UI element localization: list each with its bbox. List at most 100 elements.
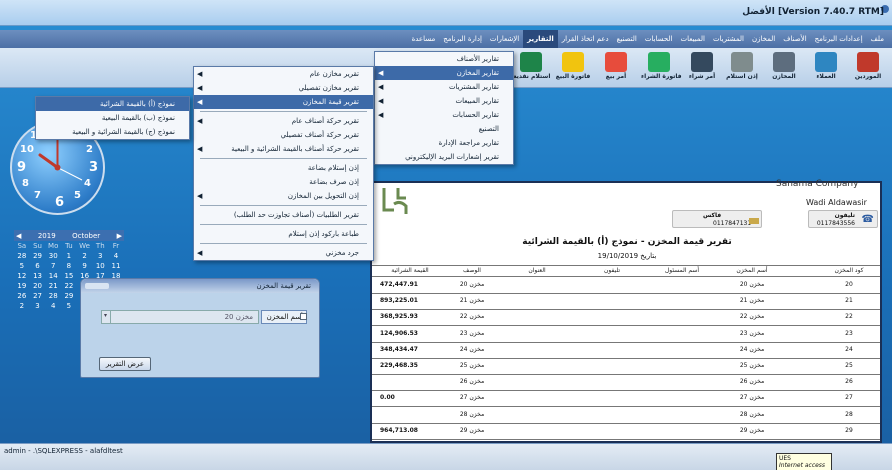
- table-row: 26 مخزن 26 مخزن 26: [372, 375, 880, 392]
- show-report-button[interactable]: عرض التقرير: [99, 357, 151, 371]
- toolbar-button[interactable]: أمر شراء: [684, 52, 720, 86]
- menu-item[interactable]: إدارة البرنامج: [439, 30, 486, 48]
- store-select[interactable]: مخزن 20: [101, 310, 259, 324]
- toolbar-button[interactable]: استلام نقدية: [513, 52, 550, 86]
- calendar-day[interactable]: 28: [14, 251, 30, 261]
- calendar-day[interactable]: 8: [61, 261, 77, 271]
- menu-item[interactable]: دعم اتخاذ القرار: [558, 30, 613, 48]
- calendar-day[interactable]: 9: [77, 261, 93, 271]
- calendar-month[interactable]: October: [72, 232, 100, 240]
- table-row: 25 مخزن 25 مخزن 25 229,468.35: [372, 359, 880, 375]
- calendar-prev-icon[interactable]: ◀: [16, 232, 21, 240]
- calendar-day[interactable]: 14: [45, 271, 61, 281]
- warehouse-menu-item[interactable]: جرد مخزني ◀: [194, 246, 373, 260]
- toolbar-button[interactable]: فاتورة الشراء: [641, 52, 682, 86]
- calendar-day[interactable]: 27: [30, 291, 46, 301]
- calendar-year[interactable]: 2019: [38, 232, 56, 240]
- menu-item[interactable]: المشتريات: [709, 30, 748, 48]
- reports-menu-item[interactable]: تقارير المبيعات ◀: [375, 94, 513, 108]
- reports-menu-item[interactable]: التصنيع: [375, 122, 513, 136]
- calendar-day[interactable]: 21: [45, 281, 61, 291]
- calendar-day[interactable]: 10: [92, 261, 108, 271]
- menu-item[interactable]: التصنيع: [613, 30, 641, 48]
- reports-menu-item[interactable]: تقارير الحسابات ◀: [375, 108, 513, 122]
- window-controls[interactable]: [85, 283, 109, 289]
- calendar-day[interactable]: 2: [14, 301, 30, 311]
- value-menu-item[interactable]: نموذج (ب) بالقيمة البيعية: [36, 111, 189, 125]
- calendar-day[interactable]: 12: [14, 271, 30, 281]
- toolbar-button[interactable]: إذن استلام: [724, 52, 760, 86]
- chevron-down-icon[interactable]: ▾: [101, 310, 111, 324]
- calendar-day[interactable]: 5: [14, 261, 30, 271]
- menu-item[interactable]: التقارير: [523, 30, 558, 48]
- warehouse-menu-item[interactable]: تقرير حركة أصناف عام ◀: [194, 114, 373, 128]
- warehouse-menu-item[interactable]: تقرير مخازن عام ◀: [194, 67, 373, 81]
- calendar-day[interactable]: 15: [61, 271, 77, 281]
- phone-icon: ☎: [861, 214, 874, 225]
- report-cell: مخزن 25: [459, 362, 485, 369]
- menu-separator: [200, 111, 367, 112]
- toolbar-button[interactable]: فاتورة البيع: [555, 52, 591, 86]
- menu-item[interactable]: المبيعات: [676, 30, 708, 48]
- weekday-label: Mo: [48, 242, 59, 250]
- calendar-day[interactable]: 20: [30, 281, 46, 291]
- reports-menu-item[interactable]: تقرير إشعارات البريد الإليكتروني: [375, 150, 513, 164]
- reports-menu-item[interactable]: تقارير المخازن ◀: [375, 66, 513, 80]
- menu-item[interactable]: إعدادات البرنامج: [811, 30, 867, 48]
- calendar-day[interactable]: 29: [30, 251, 46, 261]
- toolbar-button[interactable]: المخازن: [766, 52, 802, 86]
- calendar-day[interactable]: 3: [30, 301, 46, 311]
- calendar-day[interactable]: 13: [30, 271, 46, 281]
- calendar-day[interactable]: 2: [77, 251, 93, 261]
- menu-item[interactable]: مساعدة: [408, 30, 440, 48]
- calendar-day[interactable]: 29: [61, 291, 77, 301]
- warehouse-menu-item[interactable]: تقرير حركة أصناف تفصيلي: [194, 128, 373, 142]
- menu-item[interactable]: ملف: [867, 30, 888, 48]
- warehouse-menu-item[interactable]: إذن التحويل بين المخازن ◀: [194, 189, 373, 203]
- calendar-day[interactable]: 3: [92, 251, 108, 261]
- warehouse-menu-item[interactable]: إذن صرف بضاعة: [194, 175, 373, 189]
- calendar-day[interactable]: 6: [30, 261, 46, 271]
- calendar-day[interactable]: 30: [45, 251, 61, 261]
- report-cell: 24: [845, 345, 853, 353]
- warehouse-menu-item[interactable]: تقرير قيمة المخازن ◀: [194, 95, 373, 109]
- calendar-header: ◀ 2019 October ▶: [14, 230, 124, 241]
- calendar-day[interactable]: 11: [108, 261, 124, 271]
- warehouse-menu-item[interactable]: طباعة باركود إذن إستلام: [194, 227, 373, 241]
- menu-item[interactable]: المخازن: [748, 30, 779, 48]
- clock-number: 7: [34, 190, 41, 201]
- calendar-day[interactable]: 19: [14, 281, 30, 291]
- calendar-day[interactable]: 22: [61, 281, 77, 291]
- value-menu-item[interactable]: نموذج (أ) بالقيمة الشرائية: [36, 97, 189, 111]
- warehouse-menu-item[interactable]: إذن إستلام بضاعة: [194, 161, 373, 175]
- menu-item-label: تقرير قيمة المخازن: [302, 98, 359, 106]
- calendar-day[interactable]: 5: [61, 301, 77, 311]
- calendar-day[interactable]: 7: [45, 261, 61, 271]
- warehouse-menu-item[interactable]: تقرير حركة أصناف بالقيمة الشرائية و البي…: [194, 142, 373, 156]
- clock-number: 10: [20, 144, 34, 155]
- calendar-day[interactable]: 4: [108, 251, 124, 261]
- menu-item-label: تقارير الأصناف: [456, 55, 499, 63]
- menu-item[interactable]: الأصناف: [779, 30, 810, 48]
- menu-item-label: تقرير مخازن عام: [309, 70, 359, 78]
- reports-menu-item[interactable]: تقارير الأصناف: [375, 52, 513, 66]
- warehouse-menu-item[interactable]: تقرير مخازن تفصيلي ◀: [194, 81, 373, 95]
- calendar-day[interactable]: 26: [14, 291, 30, 301]
- store-checkbox[interactable]: [300, 313, 307, 320]
- reports-menu-item[interactable]: تقارير المشتريات ◀: [375, 80, 513, 94]
- calendar-day[interactable]: 4: [45, 301, 61, 311]
- calendar-day[interactable]: 1: [61, 251, 77, 261]
- toolbar-button[interactable]: الموردين: [850, 52, 886, 86]
- calendar-day[interactable]: 28: [45, 291, 61, 301]
- toolbar-button-label: إذن استلام: [726, 73, 758, 80]
- toolbar-button[interactable]: العملاء: [808, 52, 844, 86]
- menu-item-label: تقارير الحسابات: [452, 111, 499, 119]
- reports-menu-item[interactable]: تقارير مراجعة الإدارة: [375, 136, 513, 150]
- menu-item[interactable]: الإشعارات: [486, 30, 523, 48]
- menu-item[interactable]: الحسابات: [641, 30, 677, 48]
- value-menu-item[interactable]: نموذج (ج) بالقيمة الشرائية و البيعية: [36, 125, 189, 139]
- report-date-line: 19/10/2019 بتاريخ: [562, 252, 692, 260]
- warehouse-menu-item[interactable]: تقرير الطلبيات (أصناف تجاوزت حد الطلب): [194, 208, 373, 222]
- toolbar-button[interactable]: أمر بيع: [598, 52, 634, 86]
- calendar-next-icon[interactable]: ▶: [117, 232, 122, 240]
